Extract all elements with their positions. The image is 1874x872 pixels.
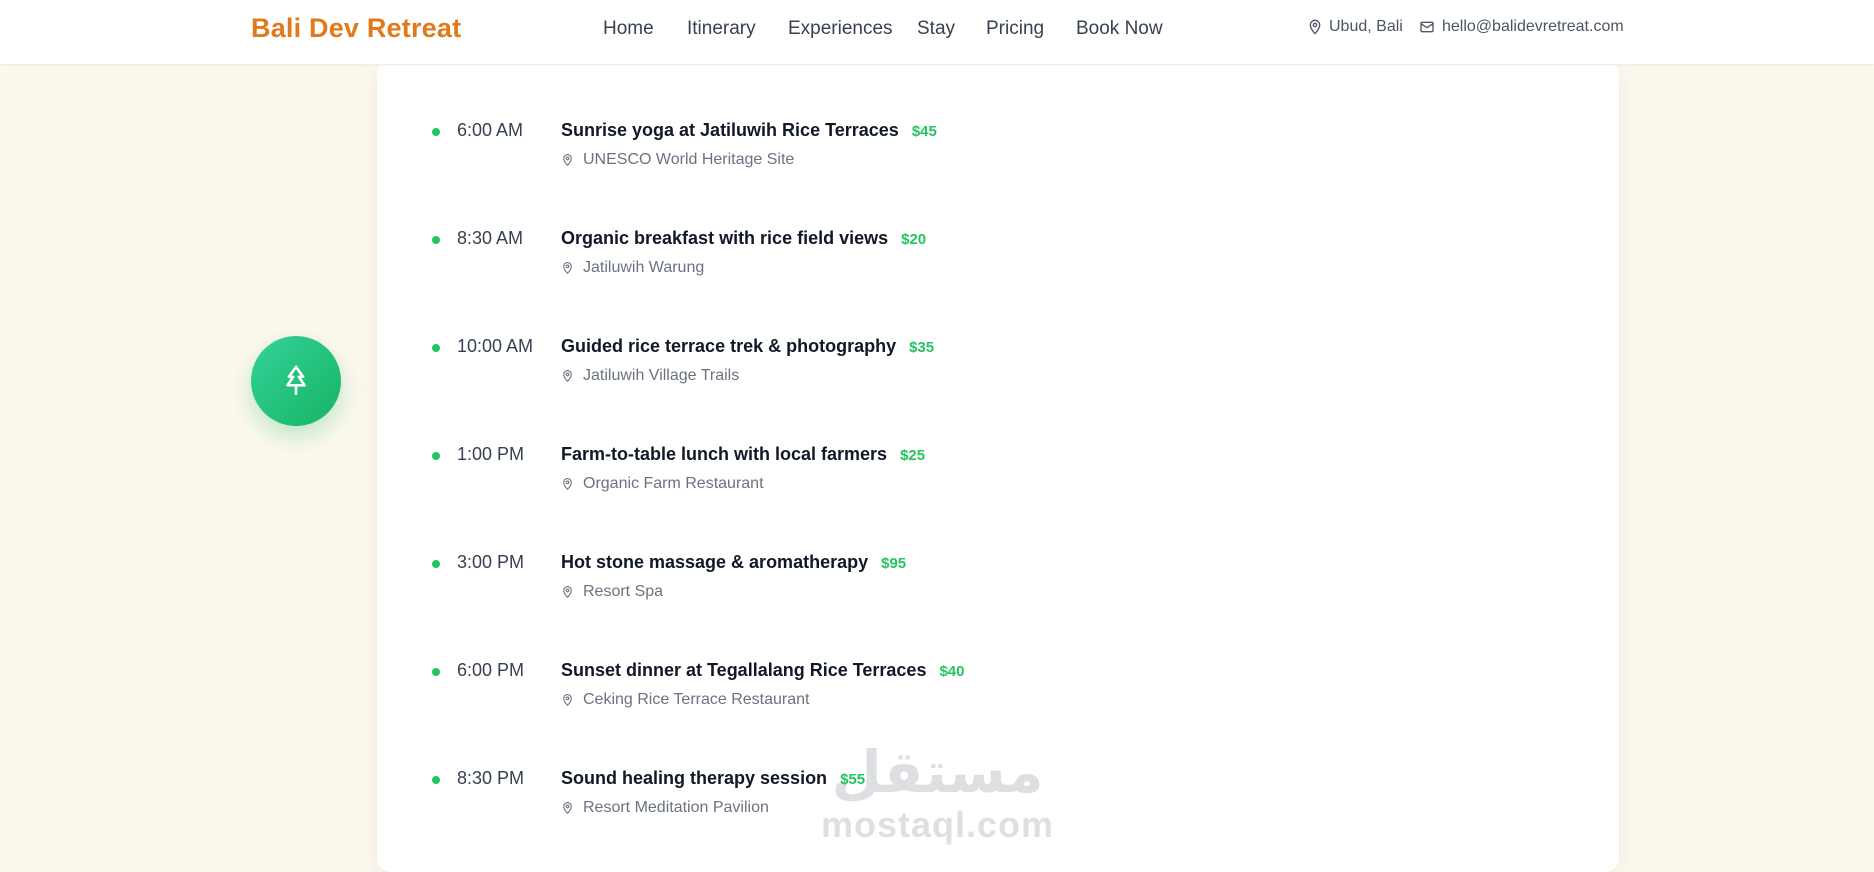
location-name: Jatiluwih Village Trails: [583, 367, 740, 384]
header-email[interactable]: hello@balidevretreat.com: [1418, 18, 1624, 36]
map-pin-icon: [563, 262, 572, 274]
header-location: Ubud, Bali: [1307, 18, 1403, 36]
nav-book-now[interactable]: Book Now: [1076, 18, 1163, 40]
activity-location: Jatiluwih Village Trails: [561, 367, 739, 385]
activity-title: Farm-to-table lunch with local farmers: [561, 444, 888, 464]
map-pin-icon: [563, 478, 572, 490]
schedule-item: 8:30 PM Sound healing therapy session $5…: [377, 760, 1619, 840]
activity-location: Ceking Rice Terrace Restaurant: [561, 691, 809, 709]
tree-badge[interactable]: [251, 336, 341, 426]
top-navbar: Bali Dev Retreat Home Itinerary Experien…: [0, 0, 1874, 65]
itinerary-card: 6:00 AM Sunrise yoga at Jatiluwih Rice T…: [377, 60, 1619, 872]
activity-price: $40: [939, 663, 965, 680]
map-pin-icon: [1309, 19, 1321, 35]
nav-itinerary[interactable]: Itinerary: [687, 18, 756, 40]
activity-price: $25: [900, 447, 926, 464]
location-name: Resort Spa: [583, 583, 664, 600]
location-name: Ceking Rice Terrace Restaurant: [583, 691, 810, 708]
map-pin-icon: [563, 154, 572, 166]
activity-location: Resort Spa: [561, 583, 663, 601]
activity-title: Organic breakfast with rice field views: [561, 228, 889, 248]
schedule-time: 10:00 AM: [457, 336, 534, 356]
schedule-item: 6:00 AM Sunrise yoga at Jatiluwih Rice T…: [377, 112, 1619, 192]
map-pin-icon: [563, 586, 572, 598]
schedule-time: 6:00 PM: [457, 660, 525, 680]
timeline-dot: [432, 236, 440, 244]
activity-price: $55: [840, 771, 866, 788]
activity-location: Organic Farm Restaurant: [561, 475, 764, 493]
activity-price: $35: [909, 339, 935, 356]
nav-experiences[interactable]: Experiences: [788, 18, 893, 40]
activity-title: Sunrise yoga at Jatiluwih Rice Terraces: [561, 120, 899, 140]
activity-price: $20: [901, 231, 927, 248]
email-text[interactable]: hello@balidevretreat.com: [1442, 18, 1624, 36]
location-name: UNESCO World Heritage Site: [583, 151, 795, 168]
activity-location: UNESCO World Heritage Site: [561, 151, 794, 169]
timeline-dot: [432, 668, 440, 676]
schedule-item: 3:00 PM Hot stone massage & aromatherapy…: [377, 544, 1619, 624]
schedule-time: 6:00 AM: [457, 120, 524, 140]
brand-logo[interactable]: Bali Dev Retreat: [251, 13, 461, 44]
location-text: Ubud, Bali: [1329, 18, 1403, 35]
schedule-item: 1:00 PM Farm-to-table lunch with local f…: [377, 436, 1619, 516]
schedule-time: 8:30 AM: [457, 228, 524, 248]
timeline-dot: [432, 776, 440, 784]
activity-title: Sound healing therapy session: [561, 768, 828, 788]
mail-icon: [1420, 21, 1434, 33]
location-name: Jatiluwih Warung: [583, 259, 705, 276]
location-name: Resort Meditation Pavilion: [583, 799, 769, 816]
timeline-dot: [432, 344, 440, 352]
schedule-time: 1:00 PM: [457, 444, 525, 464]
timeline-dot: [432, 128, 440, 136]
schedule-item: 8:30 AM Organic breakfast with rice fiel…: [377, 220, 1619, 300]
activity-location: Resort Meditation Pavilion: [561, 799, 769, 817]
schedule-item: 6:00 PM Sunset dinner at Tegallalang Ric…: [377, 652, 1619, 732]
map-pin-icon: [563, 370, 572, 382]
activity-title: Guided rice terrace trek & photography: [561, 336, 897, 356]
nav-home[interactable]: Home: [603, 18, 654, 40]
nav-pricing[interactable]: Pricing: [986, 18, 1044, 40]
map-pin-icon: [563, 694, 572, 706]
schedule-time: 3:00 PM: [457, 552, 525, 572]
nav-stay[interactable]: Stay: [917, 18, 955, 40]
tree-icon: [286, 365, 306, 396]
timeline-dot: [432, 452, 440, 460]
map-pin-icon: [563, 802, 572, 814]
schedule-item: 10:00 AM Guided rice terrace trek & phot…: [377, 328, 1619, 408]
timeline-dot: [432, 560, 440, 568]
activity-location: Jatiluwih Warung: [561, 259, 704, 277]
location-name: Organic Farm Restaurant: [583, 475, 764, 492]
activity-price: $45: [911, 123, 937, 140]
schedule-time: 8:30 PM: [457, 768, 525, 788]
activity-price: $95: [881, 555, 907, 572]
activity-title: Sunset dinner at Tegallalang Rice Terrac…: [561, 660, 927, 680]
activity-title: Hot stone massage & aromatherapy: [561, 552, 869, 572]
